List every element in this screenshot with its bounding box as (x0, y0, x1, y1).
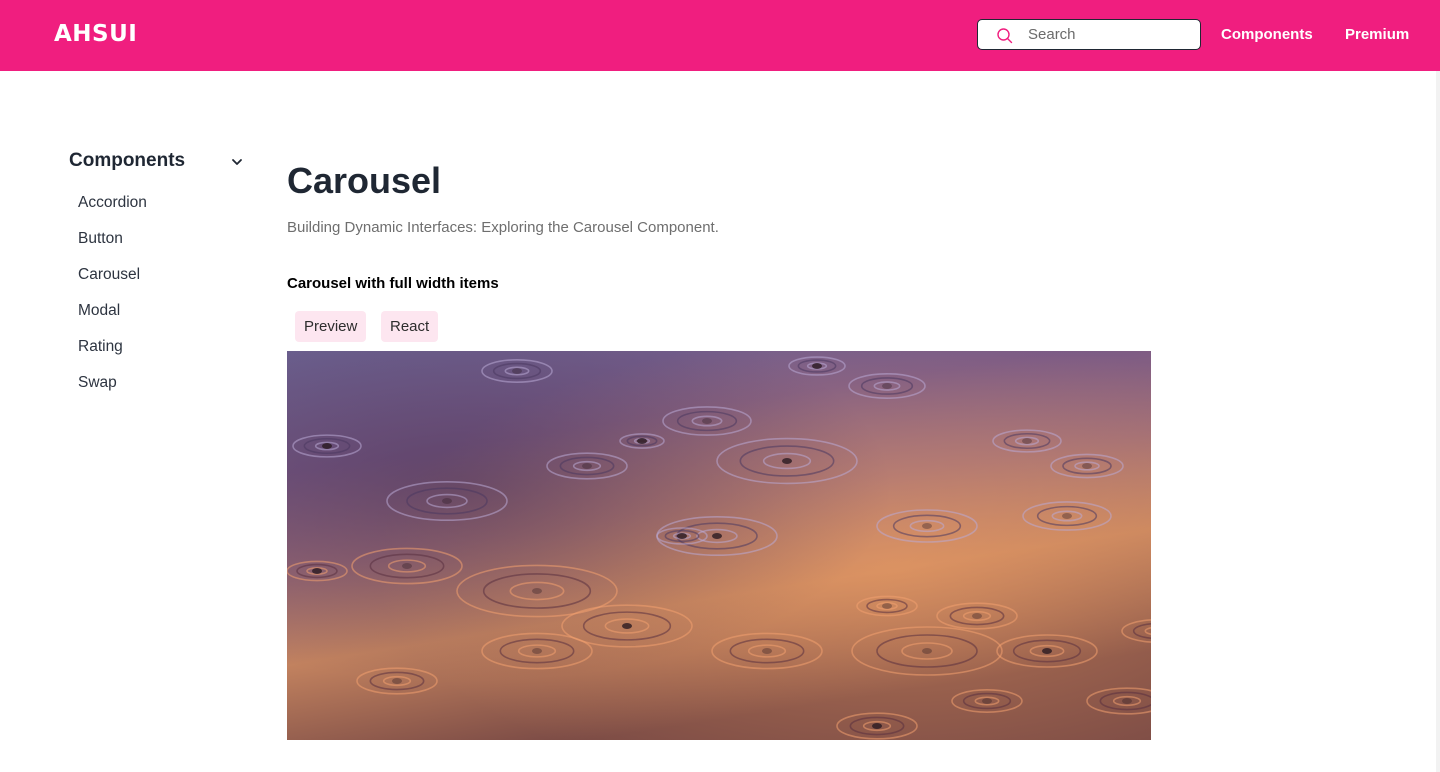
raindrop (922, 523, 932, 529)
raindrop (677, 533, 687, 539)
raindrop (762, 648, 772, 654)
raindrop (532, 588, 542, 594)
carousel-slide-image (287, 351, 1151, 740)
raindrop (442, 498, 452, 504)
sidebar-item-accordion[interactable]: Accordion (78, 193, 147, 229)
raindrop (402, 563, 412, 569)
page-subtitle: Building Dynamic Interfaces: Exploring t… (287, 219, 719, 236)
sidebar-item-carousel[interactable]: Carousel (78, 265, 147, 301)
page-title: Carousel (287, 160, 442, 201)
raindrop (1062, 513, 1072, 519)
raindrop (872, 723, 882, 729)
raindrop (637, 438, 647, 444)
chevron-down-icon[interactable] (230, 155, 244, 169)
page-scrollbar[interactable] (1436, 71, 1440, 772)
raindrop (582, 463, 592, 469)
raindrop (512, 368, 522, 374)
section-title: Carousel with full width items (287, 275, 499, 292)
raindrop (1042, 648, 1052, 654)
raindrop (812, 363, 822, 369)
raindrop (532, 648, 542, 654)
raindrop (392, 678, 402, 684)
search-icon (997, 28, 1013, 44)
top-navbar: AHSUI Components Premium (0, 0, 1440, 71)
raindrop (1082, 463, 1092, 469)
sidebar-item-button[interactable]: Button (78, 229, 147, 265)
raindrop (882, 383, 892, 389)
raindrop (312, 568, 322, 574)
sidebar-list: Accordion Button Carousel Modal Rating S… (78, 193, 147, 409)
search-box[interactable] (977, 19, 1201, 50)
search-input[interactable] (1028, 20, 1193, 49)
raindrop (882, 603, 892, 609)
raindrop (922, 648, 932, 654)
raindrop (1022, 438, 1032, 444)
raindrop (322, 443, 332, 449)
logo[interactable]: AHSUI (54, 21, 137, 47)
sidebar-item-swap[interactable]: Swap (78, 373, 147, 409)
raindrop (982, 698, 992, 704)
nav-link-components[interactable]: Components (1221, 26, 1313, 43)
carousel[interactable] (287, 351, 1151, 740)
sidebar-item-rating[interactable]: Rating (78, 337, 147, 373)
sidebar-item-modal[interactable]: Modal (78, 301, 147, 337)
raindrop (712, 533, 722, 539)
raindrop (622, 623, 632, 629)
sidebar: Components Accordion Button Carousel Mod… (0, 71, 270, 772)
raindrop (972, 613, 982, 619)
tab-preview[interactable]: Preview (295, 311, 367, 342)
sidebar-heading[interactable]: Components (69, 150, 185, 172)
raindrop (702, 418, 712, 424)
raindrop (782, 458, 792, 464)
nav-link-premium[interactable]: Premium (1345, 26, 1409, 43)
raindrop (1122, 698, 1132, 704)
tab-react[interactable]: React (381, 311, 439, 342)
